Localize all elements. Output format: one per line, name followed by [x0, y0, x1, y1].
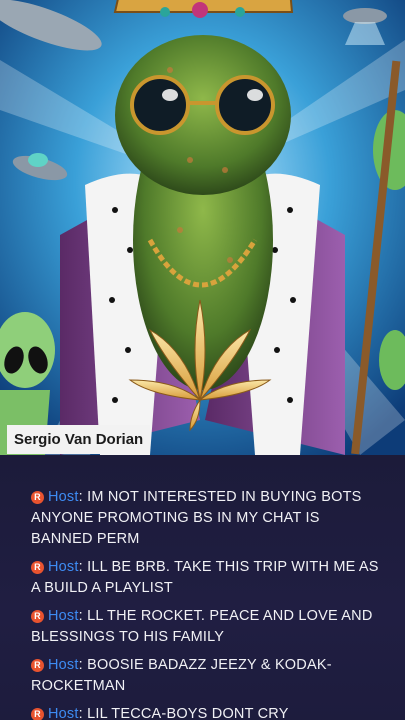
- role-badge-icon: R: [31, 491, 44, 504]
- chat-message: R Host: IM NOT INTERESTED IN BUYING BOTS …: [31, 489, 362, 547]
- message-text: LIL TECCA-BOYS DONT CRY: [87, 706, 289, 720]
- streamer-name-tag: Sergio Van Dorian: [7, 425, 151, 454]
- message-author[interactable]: Host: [48, 657, 79, 673]
- message-author[interactable]: Host: [48, 489, 79, 505]
- chat-panel: R Host: IM NOT INTERESTED IN BUYING BOTS …: [0, 455, 405, 720]
- message-author[interactable]: Host: [48, 608, 79, 624]
- message-author[interactable]: Host: [48, 706, 79, 720]
- role-badge-icon: R: [31, 561, 44, 574]
- chat-message: R Host: LL THE ROCKET. PEACE AND LOVE AND…: [31, 608, 373, 645]
- chat-list: R Host: IM NOT INTERESTED IN BUYING BOTS …: [0, 455, 405, 720]
- message-author[interactable]: Host: [48, 559, 79, 575]
- role-badge-icon: R: [31, 659, 44, 672]
- stream-video[interactable]: Sergio Van Dorian: [0, 0, 405, 455]
- chat-message: R Host: ILL BE BRB. TAKE THIS TRIP WITH M…: [31, 559, 379, 596]
- role-badge-icon: R: [31, 708, 44, 720]
- chat-message: R Host: BOOSIE BADAZZ JEEZY & KODAK-ROCKE…: [31, 657, 332, 694]
- cannabis-king-artwork: [0, 0, 405, 455]
- role-badge-icon: R: [31, 610, 44, 623]
- chat-message: R Host: LIL TECCA-BOYS DONT CRY: [31, 704, 385, 720]
